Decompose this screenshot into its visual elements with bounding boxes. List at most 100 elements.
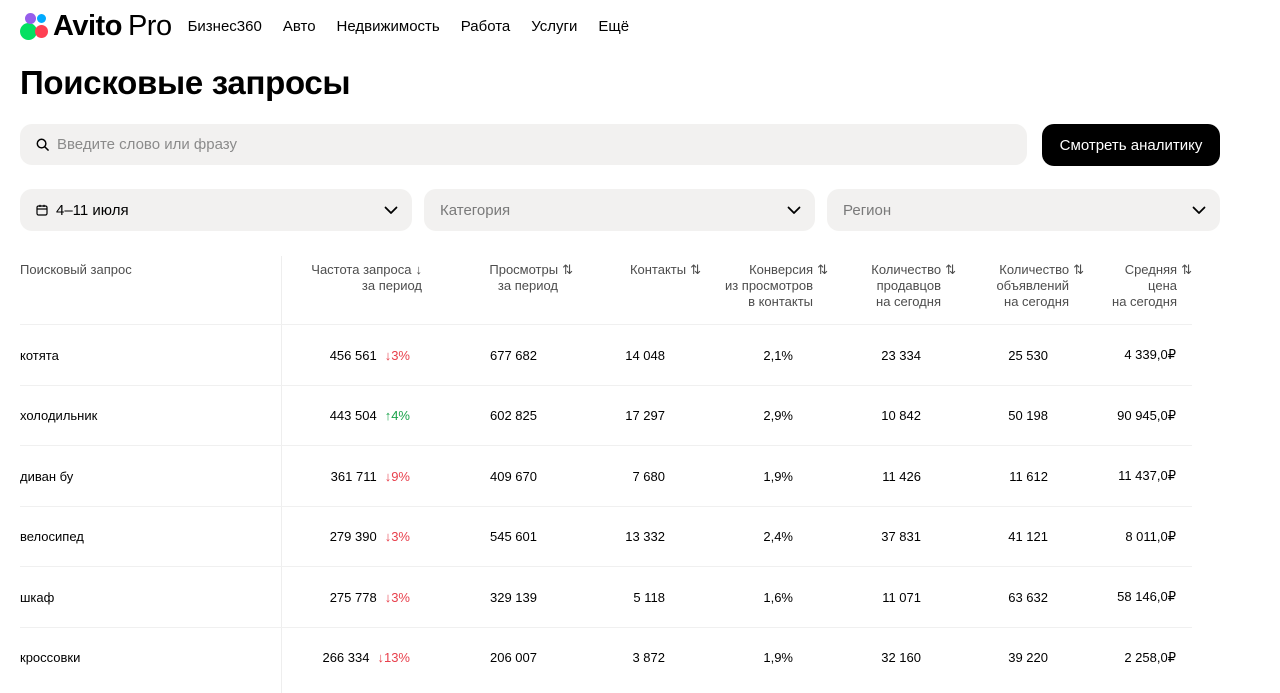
sellers-cell: 11 071 [882,589,921,605]
delta-badge: ↓3% [384,589,410,605]
table-row[interactable]: кроссовки 266 334 ↓13% 206 007 3 872 1,9%… [20,626,1192,688]
contacts-cell: 14 048 [625,347,665,363]
price-cell: 90 945,0₽ [1117,407,1176,423]
sort-icon: ⇅ [817,262,828,277]
conversion-cell: 1,6% [763,589,793,605]
chevron-down-icon [1192,206,1206,214]
main-nav: Бизнес360 Авто Недвижимость Работа Услуг… [188,18,651,35]
conversion-cell: 1,9% [763,468,793,484]
nav-item-services[interactable]: Услуги [531,18,577,35]
page-title: Поисковые запросы [20,64,351,101]
chevron-down-icon [787,206,801,214]
delta-badge: ↓13% [377,650,410,665]
listings-cell: 63 632 [1008,589,1048,605]
column-header-frequency[interactable]: Частота запроса ↓ за период [311,262,422,294]
listings-cell: 50 198 [1008,408,1048,423]
chevron-down-icon [384,206,398,214]
region-select[interactable]: Регион [827,189,1220,231]
frequency-cell: 456 561 ↓3% [329,347,410,363]
listings-cell: 11 612 [1009,468,1048,484]
avito-logo-dots-icon [20,11,51,41]
views-cell: 409 670 [490,468,537,484]
price-cell: 58 146,0₽ [1117,589,1176,604]
query-cell[interactable]: велосипед [20,507,84,567]
frequency-cell: 361 711 ↓9% [330,468,410,484]
views-cell: 602 825 [490,408,537,423]
query-cell[interactable]: шкаф [20,567,54,627]
avito-pro-logo[interactable]: Avito Pro [20,10,172,43]
conversion-cell: 2,9% [763,408,793,423]
column-header-conversion[interactable]: Конверсия ⇅ из просмотров в контакты [725,262,828,310]
table-header: Поисковый запрос Частота запроса ↓ за пер… [20,262,1192,324]
views-cell: 206 007 [490,650,537,665]
table-row[interactable]: велосипед 279 390 ↓3% 545 601 13 332 2,4%… [20,505,1192,567]
search-box[interactable] [20,124,1027,165]
arrow-down-icon: ↓ [415,262,423,277]
column-header-listings[interactable]: Количество ⇅ объявлений на сегодня [996,262,1084,310]
contacts-cell: 13 332 [625,529,665,544]
nav-item-realty[interactable]: Недвижимость [337,18,440,35]
column-header-query[interactable]: Поисковый запрос [20,262,132,278]
frequency-cell: 266 334 ↓13% [322,650,410,665]
logo-text: Avito Pro [53,9,172,42]
sellers-cell: 37 831 [881,529,921,544]
contacts-cell: 17 297 [625,408,665,423]
nav-item-business360[interactable]: Бизнес360 [188,18,262,35]
calendar-icon [36,204,48,216]
column-header-contacts[interactable]: Контакты ⇅ [630,262,701,278]
conversion-cell: 1,9% [763,650,793,665]
frequency-cell: 443 504 ↑4% [329,408,410,423]
nav-item-more[interactable]: Ещё [598,18,629,35]
query-cell[interactable]: кроссовки [20,628,80,688]
nav-item-auto[interactable]: Авто [283,18,316,35]
price-cell: 2 258,0₽ [1124,649,1176,665]
top-navigation: Avito Pro Бизнес360 Авто Недвижимость Раб… [20,6,650,46]
table-row[interactable]: диван бу 361 711 ↓9% 409 670 7 680 1,9% 1… [20,445,1192,506]
contacts-cell: 7 680 [632,468,665,484]
table-row[interactable]: холодильник 443 504 ↑4% 602 825 17 297 2,… [20,384,1192,446]
sellers-cell: 32 160 [881,650,921,665]
conversion-cell: 2,1% [763,347,793,363]
sort-icon: ⇅ [1073,262,1084,277]
views-cell: 677 682 [490,347,537,363]
views-cell: 545 601 [490,529,537,544]
category-select[interactable]: Категория [424,189,815,231]
view-analytics-button[interactable]: Смотреть аналитику [1042,124,1220,166]
price-cell: 8 011,0₽ [1125,528,1176,544]
listings-cell: 41 121 [1008,529,1048,544]
contacts-cell: 3 872 [632,650,665,665]
price-cell: 11 437,0₽ [1118,468,1176,483]
price-cell: 4 339,0₽ [1124,347,1176,362]
column-header-sellers[interactable]: Количество ⇅ продавцов на сегодня [871,262,956,310]
sellers-cell: 11 426 [882,468,921,484]
delta-badge: ↓3% [384,529,410,544]
delta-badge: ↓3% [384,347,410,363]
column-header-views[interactable]: Просмотры ⇅ за период [489,262,573,294]
frequency-cell: 275 778 ↓3% [329,589,410,605]
query-cell[interactable]: котята [20,325,59,385]
date-range-value: 4–11 июля [56,201,129,219]
category-placeholder: Категория [440,201,511,219]
listings-cell: 39 220 [1008,650,1048,665]
sellers-cell: 10 842 [881,408,921,423]
views-cell: 329 139 [490,589,537,605]
nav-item-jobs[interactable]: Работа [461,18,511,35]
query-cell[interactable]: диван бу [20,446,73,506]
contacts-cell: 5 118 [633,589,665,605]
search-input[interactable] [57,136,957,153]
table-row[interactable]: котята 456 561 ↓3% 677 682 14 048 2,1% 23… [20,324,1192,385]
delta-badge: ↑4% [384,408,410,423]
sellers-cell: 23 334 [881,347,921,363]
date-range-select[interactable]: 4–11 июля [20,189,412,231]
sort-icon: ⇅ [690,262,701,277]
query-cell[interactable]: холодильник [20,386,97,446]
conversion-cell: 2,4% [763,529,793,544]
delta-badge: ↓9% [384,468,410,484]
column-header-price[interactable]: Средняя ⇅ цена на сегодня [1112,262,1192,310]
sort-icon: ⇅ [562,262,573,277]
search-queries-table: Поисковый запрос Частота запроса ↓ за пер… [20,256,1192,693]
sort-icon: ⇅ [945,262,956,277]
search-icon [36,138,49,151]
listings-cell: 25 530 [1008,347,1048,363]
table-row[interactable]: шкаф 275 778 ↓3% 329 139 5 118 1,6% 11 07… [20,566,1192,627]
